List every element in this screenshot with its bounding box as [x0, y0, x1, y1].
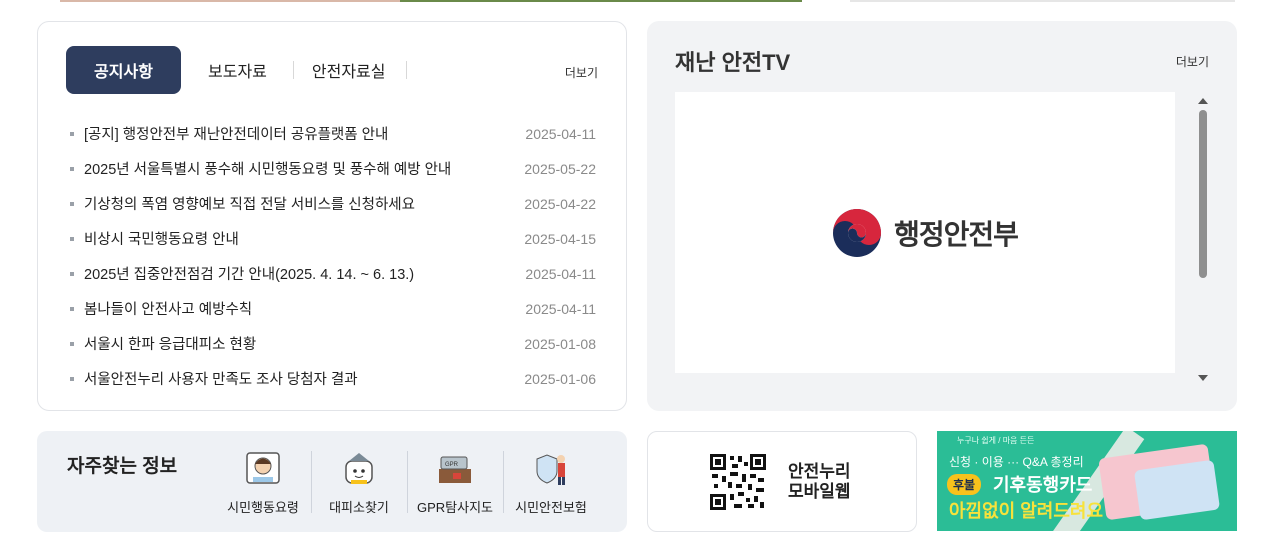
notice-more-link[interactable]: 더보기	[565, 64, 598, 81]
notice-title[interactable]: 봄나들이 안전사고 예방수칙	[84, 298, 506, 319]
notice-date: 2025-05-22	[524, 160, 596, 177]
bullet	[70, 166, 74, 171]
notice-title[interactable]: 기상청의 폭염 영향예보 직접 전달 서비스를 신청하세요	[84, 193, 506, 214]
list-item[interactable]: 2025년 집중안전점검 기간 안내(2025. 4. 14. ~ 6. 13.…	[70, 256, 596, 291]
scroll-down-arrow-icon[interactable]	[1198, 375, 1208, 381]
quick-link-gpr-map[interactable]: GPR GPR탐사지도	[407, 447, 503, 516]
banner-small-text: 누구나 쉽게 / 마음 든든	[957, 436, 1035, 445]
notice-title[interactable]: 2025년 집중안전점검 기간 안내(2025. 4. 14. ~ 6. 13.…	[84, 263, 506, 284]
citizen-guide-icon	[246, 452, 280, 484]
tab-divider	[292, 61, 294, 79]
banner-card-illustration	[1133, 459, 1221, 521]
top-image-strip	[60, 0, 400, 2]
quick-link-label[interactable]: 시민안전보험	[515, 497, 587, 516]
mobile-web-link[interactable]: 안전누리 모바일웹	[647, 431, 917, 532]
quick-link-label[interactable]: 시민행동요령	[227, 497, 299, 516]
list-item[interactable]: 서울시 한파 응급대피소 현황 2025-01-08	[70, 326, 596, 361]
svg-text:GPR: GPR	[445, 462, 459, 468]
notice-tabs: 공지사항 보도자료 안전자료실	[66, 46, 407, 94]
climate-card-banner[interactable]: 누구나 쉽게 / 마음 든든 신청 · 이용 ··· Q&A 총정리 후불 기후…	[937, 431, 1237, 531]
notice-date: 2025-04-11	[525, 300, 596, 317]
notice-title[interactable]: 비상시 국민행동요령 안내	[84, 228, 506, 249]
bullet	[70, 236, 74, 241]
banner-subtitle: 신청 · 이용 ··· Q&A 총정리	[949, 455, 1084, 469]
bullet	[70, 306, 74, 311]
tab-safety-resources[interactable]: 안전자료실	[312, 46, 386, 94]
safety-tv-more-link[interactable]: 더보기	[1176, 53, 1209, 70]
notice-title[interactable]: 서울안전누리 사용자 만족도 조사 당첨자 결과	[84, 368, 506, 389]
quick-link-shelter-finder[interactable]: 대피소찾기	[311, 447, 407, 516]
list-item[interactable]: 서울안전누리 사용자 만족도 조사 당첨자 결과 2025-01-06	[70, 361, 596, 396]
quick-links: 시민행동요령 대피소찾기 GPR GPR탐사지도 시민안전보험	[215, 447, 599, 516]
video-player[interactable]: 행정안전부	[675, 92, 1175, 373]
notice-title[interactable]: 서울시 한파 응급대피소 현황	[84, 333, 506, 354]
notice-date: 2025-01-06	[524, 370, 596, 387]
tab-notice[interactable]: 공지사항	[66, 46, 181, 94]
safety-tv-panel: 재난 안전TV 더보기 행정안전부	[647, 21, 1237, 411]
notice-date: 2025-04-11	[525, 125, 596, 142]
quick-link-safety-insurance[interactable]: 시민안전보험	[503, 447, 599, 516]
notice-date: 2025-04-22	[524, 195, 596, 212]
bullet	[70, 131, 74, 136]
qr-code-icon	[710, 454, 766, 510]
quick-links-title: 자주찾는 정보	[67, 456, 178, 477]
tab-divider	[405, 61, 407, 79]
ministry-name: 행정안전부	[894, 218, 1019, 250]
banner-badge: 후불	[947, 474, 982, 495]
safety-insurance-icon	[536, 454, 565, 485]
notice-date: 2025-04-15	[524, 230, 596, 247]
mobile-web-label-line2: 모바일웹	[788, 482, 851, 501]
bullet	[70, 271, 74, 276]
notice-title[interactable]: [공지] 행정안전부 재난안전데이터 공유플랫폼 안내	[84, 123, 506, 144]
list-item[interactable]: 기상청의 폭염 영향예보 직접 전달 서비스를 신청하세요 2025-04-22	[70, 186, 596, 221]
top-image-strip	[400, 0, 802, 2]
shelter-finder-icon	[345, 453, 373, 484]
list-item[interactable]: 2025년 서울특별시 풍수해 시민행동요령 및 풍수해 예방 안내 2025-0…	[70, 151, 596, 186]
notice-title[interactable]: 2025년 서울특별시 풍수해 시민행동요령 및 풍수해 예방 안내	[84, 158, 506, 179]
notice-date: 2025-01-08	[524, 335, 596, 352]
list-item[interactable]: 봄나들이 안전사고 예방수칙 2025-04-11	[70, 291, 596, 326]
scroll-up-arrow-icon[interactable]	[1198, 98, 1208, 104]
ministry-logo: 행정안전부	[832, 208, 1019, 258]
bullet	[70, 376, 74, 381]
banner-tagline: 아낌없이 알려드려요	[949, 501, 1104, 521]
notice-list: [공지] 행정안전부 재난안전데이터 공유플랫폼 안내 2025-04-11 20…	[70, 116, 596, 396]
playlist-scrollbar[interactable]	[1197, 96, 1209, 381]
top-panel-edge	[850, 0, 1235, 2]
list-item[interactable]: 비상시 국민행동요령 안내 2025-04-15	[70, 221, 596, 256]
notice-date: 2025-04-11	[525, 265, 596, 282]
notice-board: 공지사항 보도자료 안전자료실 더보기 [공지] 행정안전부 재난안전데이터 공…	[37, 21, 627, 411]
bullet	[70, 201, 74, 206]
scrollbar-thumb[interactable]	[1199, 110, 1207, 278]
gpr-map-icon: GPR	[439, 456, 471, 483]
bullet	[70, 341, 74, 346]
quick-link-label[interactable]: GPR탐사지도	[417, 497, 493, 516]
quick-link-label[interactable]: 대피소찾기	[329, 497, 389, 516]
banner-title: 기후동행카드	[993, 475, 1093, 495]
mobile-web-label[interactable]: 안전누리 모바일웹	[788, 462, 851, 502]
tab-press-release[interactable]: 보도자료	[208, 46, 267, 94]
mobile-web-label-line1: 안전누리	[788, 462, 851, 481]
safety-tv-title: 재난 안전TV	[675, 50, 791, 75]
quick-link-citizen-guide[interactable]: 시민행동요령	[215, 447, 311, 516]
taegeuk-emblem-icon	[833, 208, 882, 257]
quick-links-panel: 자주찾는 정보 시민행동요령 대피소찾기 GPR GPR탐사지도 시민안전보험	[37, 431, 627, 532]
list-item[interactable]: [공지] 행정안전부 재난안전데이터 공유플랫폼 안내 2025-04-11	[70, 116, 596, 151]
